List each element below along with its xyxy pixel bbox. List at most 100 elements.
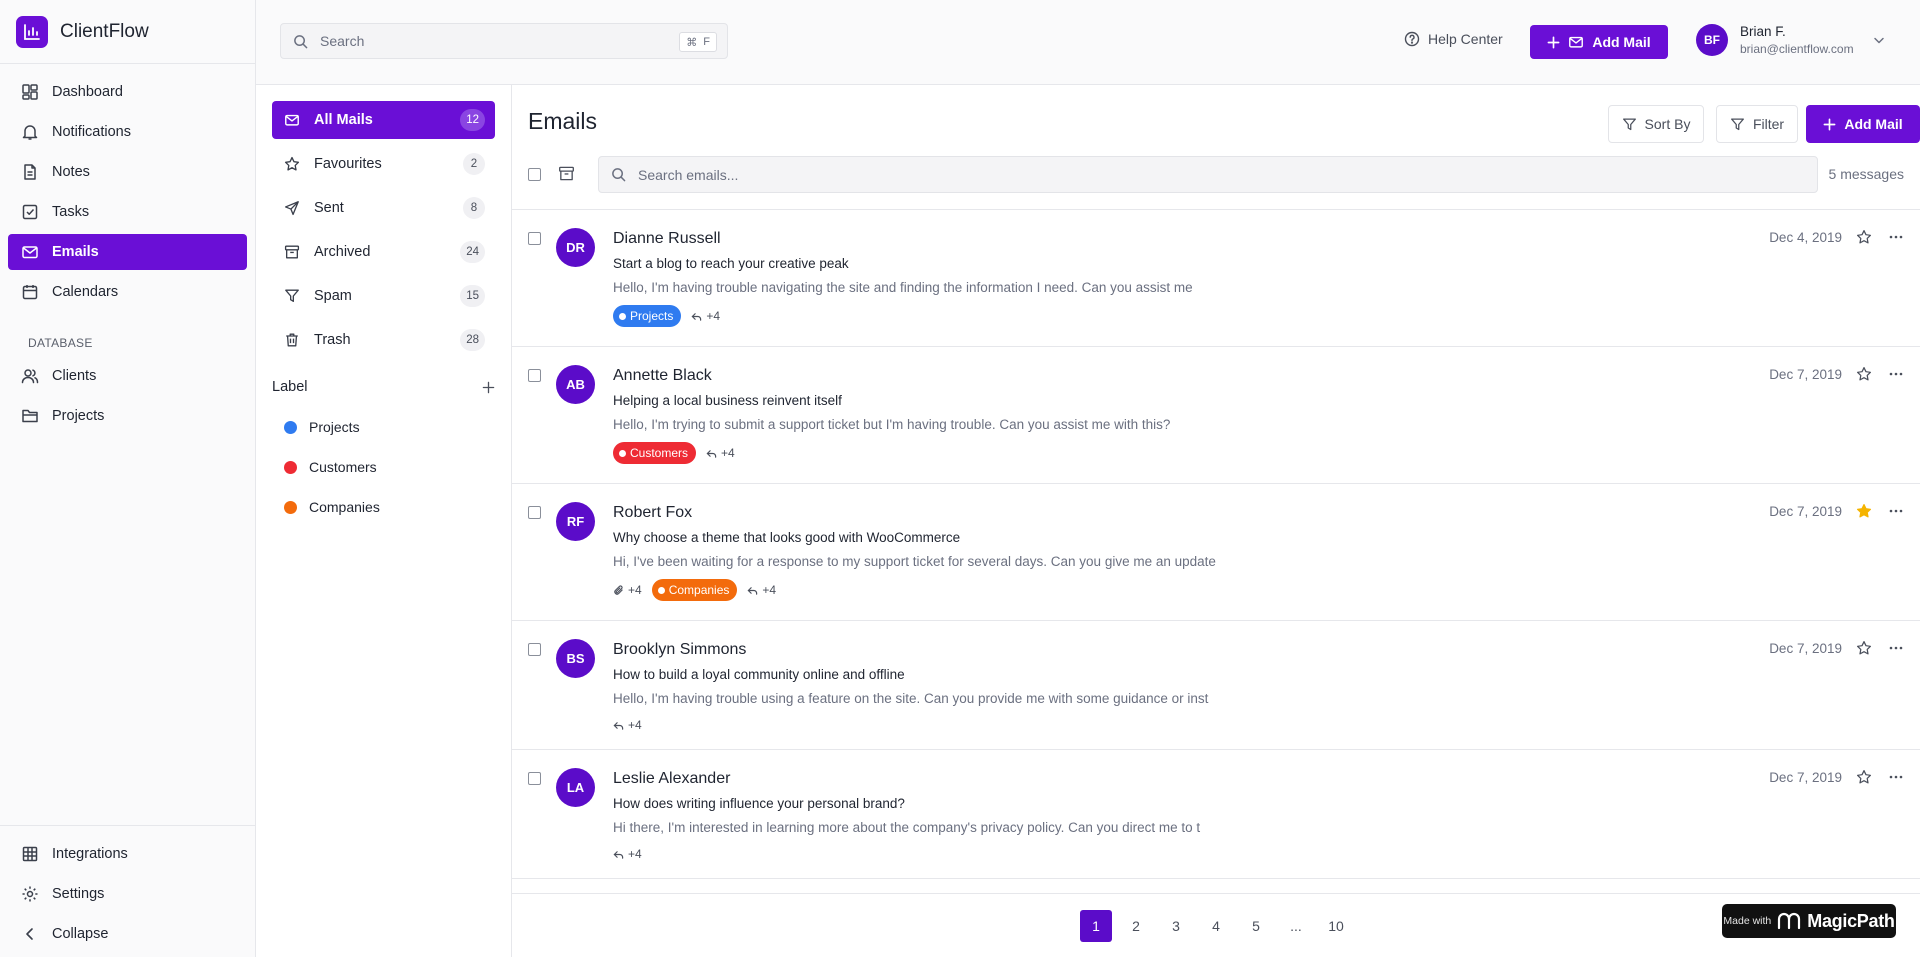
email-row[interactable]: LA Leslie Alexander How does writing inf… — [512, 750, 1920, 879]
label-tag[interactable]: Customers — [613, 442, 697, 464]
page-button[interactable]: 4 — [1200, 910, 1232, 942]
more-options-icon[interactable] — [1888, 503, 1904, 519]
page-button[interactable]: 1 — [1080, 909, 1112, 942]
folder-spam[interactable]: Spam 15 — [272, 277, 495, 315]
reply-icon — [747, 585, 758, 596]
brand[interactable]: ClientFlow — [0, 0, 255, 64]
sidebar-footer: Integrations Settings Collapse — [0, 825, 255, 956]
email-row-actions: Dec 7, 2019 — [1769, 503, 1904, 519]
folder-label: All Mails — [314, 112, 373, 128]
row-checkbox[interactable] — [528, 369, 541, 382]
folder-archived[interactable]: Archived 24 — [272, 233, 495, 271]
folder-icon — [20, 406, 40, 426]
sidebar-item-dashboard[interactable]: Dashboard — [8, 74, 247, 110]
folder-label: Spam — [314, 288, 352, 304]
email-row[interactable]: RF Robert Fox Why choose a theme that lo… — [512, 484, 1920, 621]
star-icon[interactable] — [1856, 640, 1872, 656]
database-section-label: DATABASE — [28, 336, 93, 350]
sidebar-item-calendars[interactable]: Calendars — [8, 274, 247, 310]
sender-name: Leslie Alexander — [613, 770, 731, 787]
sidebar-item-notifications[interactable]: Notifications — [8, 114, 247, 150]
page-button[interactable]: 2 — [1120, 910, 1152, 942]
row-checkbox[interactable] — [528, 643, 541, 656]
star-icon[interactable] — [1856, 366, 1872, 382]
folder-sent[interactable]: Sent 8 — [272, 189, 495, 227]
attachment-count-value: +4 — [628, 583, 642, 597]
sidebar-item-projects[interactable]: Projects — [8, 398, 247, 434]
sidebar-item-label: Emails — [52, 244, 99, 260]
main-nav: Dashboard Notifications Notes Tasks Emai… — [0, 64, 255, 434]
folder-label: Archived — [314, 244, 371, 260]
sidebar-item-emails[interactable]: Emails — [8, 234, 247, 270]
add-mail-button[interactable]: Add Mail — [1806, 105, 1920, 143]
tag-dot — [619, 449, 626, 457]
archive-icon[interactable] — [558, 165, 575, 182]
page-button[interactable]: 3 — [1160, 910, 1192, 942]
more-options-icon[interactable] — [1888, 769, 1904, 785]
sidebar-item-settings[interactable]: Settings — [8, 876, 247, 912]
sidebar-item-clients[interactable]: Clients — [8, 358, 247, 394]
sidebar: ClientFlow Dashboard Notifications Notes… — [0, 0, 256, 957]
star-icon[interactable] — [1856, 769, 1872, 785]
email-content: Robert Fox Why choose a theme that looks… — [613, 504, 1920, 601]
select-all-checkbox[interactable] — [528, 168, 541, 181]
sidebar-item-tasks[interactable]: Tasks — [8, 194, 247, 230]
sidebar-item-collapse[interactable]: Collapse — [8, 916, 247, 952]
label-tag[interactable]: Companies — [651, 579, 738, 601]
chevron-left-icon — [20, 924, 40, 944]
star-icon[interactable] — [1856, 229, 1872, 245]
email-row-actions: Dec 7, 2019 — [1769, 366, 1904, 382]
sidebar-item-label: Calendars — [52, 284, 119, 300]
user-menu[interactable]: BF Brian F. brian@clientflow.com — [1696, 24, 1886, 56]
email-row[interactable]: BS Brooklyn Simmons How to build a loyal… — [512, 621, 1920, 750]
search-placeholder: Search — [320, 33, 365, 49]
label-tag[interactable]: Projects — [613, 305, 682, 327]
sort-by-button[interactable]: Sort By — [1608, 105, 1704, 143]
users-icon — [20, 366, 40, 386]
avatar: BS — [556, 639, 595, 678]
avatar: LA — [556, 768, 595, 807]
shortcut-letter: F — [703, 36, 710, 48]
page-button[interactable]: 5 — [1240, 910, 1272, 942]
email-row-actions: Dec 7, 2019 — [1769, 640, 1904, 656]
plus-icon — [1823, 118, 1836, 131]
label-item-companies[interactable]: Companies — [272, 487, 495, 527]
reply-icon — [613, 849, 624, 860]
email-meta: Customers +4 — [613, 442, 1920, 464]
label-item-projects[interactable]: Projects — [272, 407, 495, 447]
add-label-icon[interactable] — [482, 381, 495, 394]
row-checkbox[interactable] — [528, 772, 541, 785]
label-section-header: Label — [272, 375, 495, 399]
search-icon — [611, 167, 626, 182]
reply-count-value: +4 — [721, 446, 735, 460]
made-with-badge[interactable]: Made with MagicPath — [1722, 904, 1896, 938]
help-center-link[interactable]: Help Center — [1404, 31, 1503, 47]
gear-icon — [20, 884, 40, 904]
folder-trash[interactable]: Trash 28 — [272, 321, 495, 359]
avatar: BF — [1696, 24, 1728, 56]
page-button[interactable]: 10 — [1320, 910, 1352, 942]
header-add-mail-button[interactable]: Add Mail — [1530, 25, 1668, 59]
reply-count-value: +4 — [628, 718, 642, 732]
folder-favourites[interactable]: Favourites 2 — [272, 145, 495, 183]
folder-all-mails[interactable]: All Mails 12 — [272, 101, 495, 139]
label-item-customers[interactable]: Customers — [272, 447, 495, 487]
star-filled-icon[interactable] — [1856, 503, 1872, 519]
sidebar-item-label: Tasks — [52, 204, 90, 220]
more-options-icon[interactable] — [1888, 229, 1904, 245]
filter-button[interactable]: Filter — [1716, 105, 1798, 143]
email-row[interactable]: DR Dianne Russell Start a blog to reach … — [512, 210, 1920, 347]
label-dot — [284, 420, 297, 434]
row-checkbox[interactable] — [528, 506, 541, 519]
sidebar-item-label: Clients — [52, 368, 97, 384]
app-logo-icon — [16, 15, 48, 48]
global-search-input[interactable]: Search ⌘ F — [280, 23, 728, 59]
sort-by-label: Sort By — [1644, 116, 1691, 132]
more-options-icon[interactable] — [1888, 640, 1904, 656]
sidebar-item-notes[interactable]: Notes — [8, 154, 247, 190]
row-checkbox[interactable] — [528, 232, 541, 245]
sidebar-item-integrations[interactable]: Integrations — [8, 836, 247, 872]
email-search-input[interactable]: Search emails... — [598, 156, 1818, 193]
email-row[interactable]: AB Annette Black Helping a local busines… — [512, 347, 1920, 484]
more-options-icon[interactable] — [1888, 366, 1904, 382]
